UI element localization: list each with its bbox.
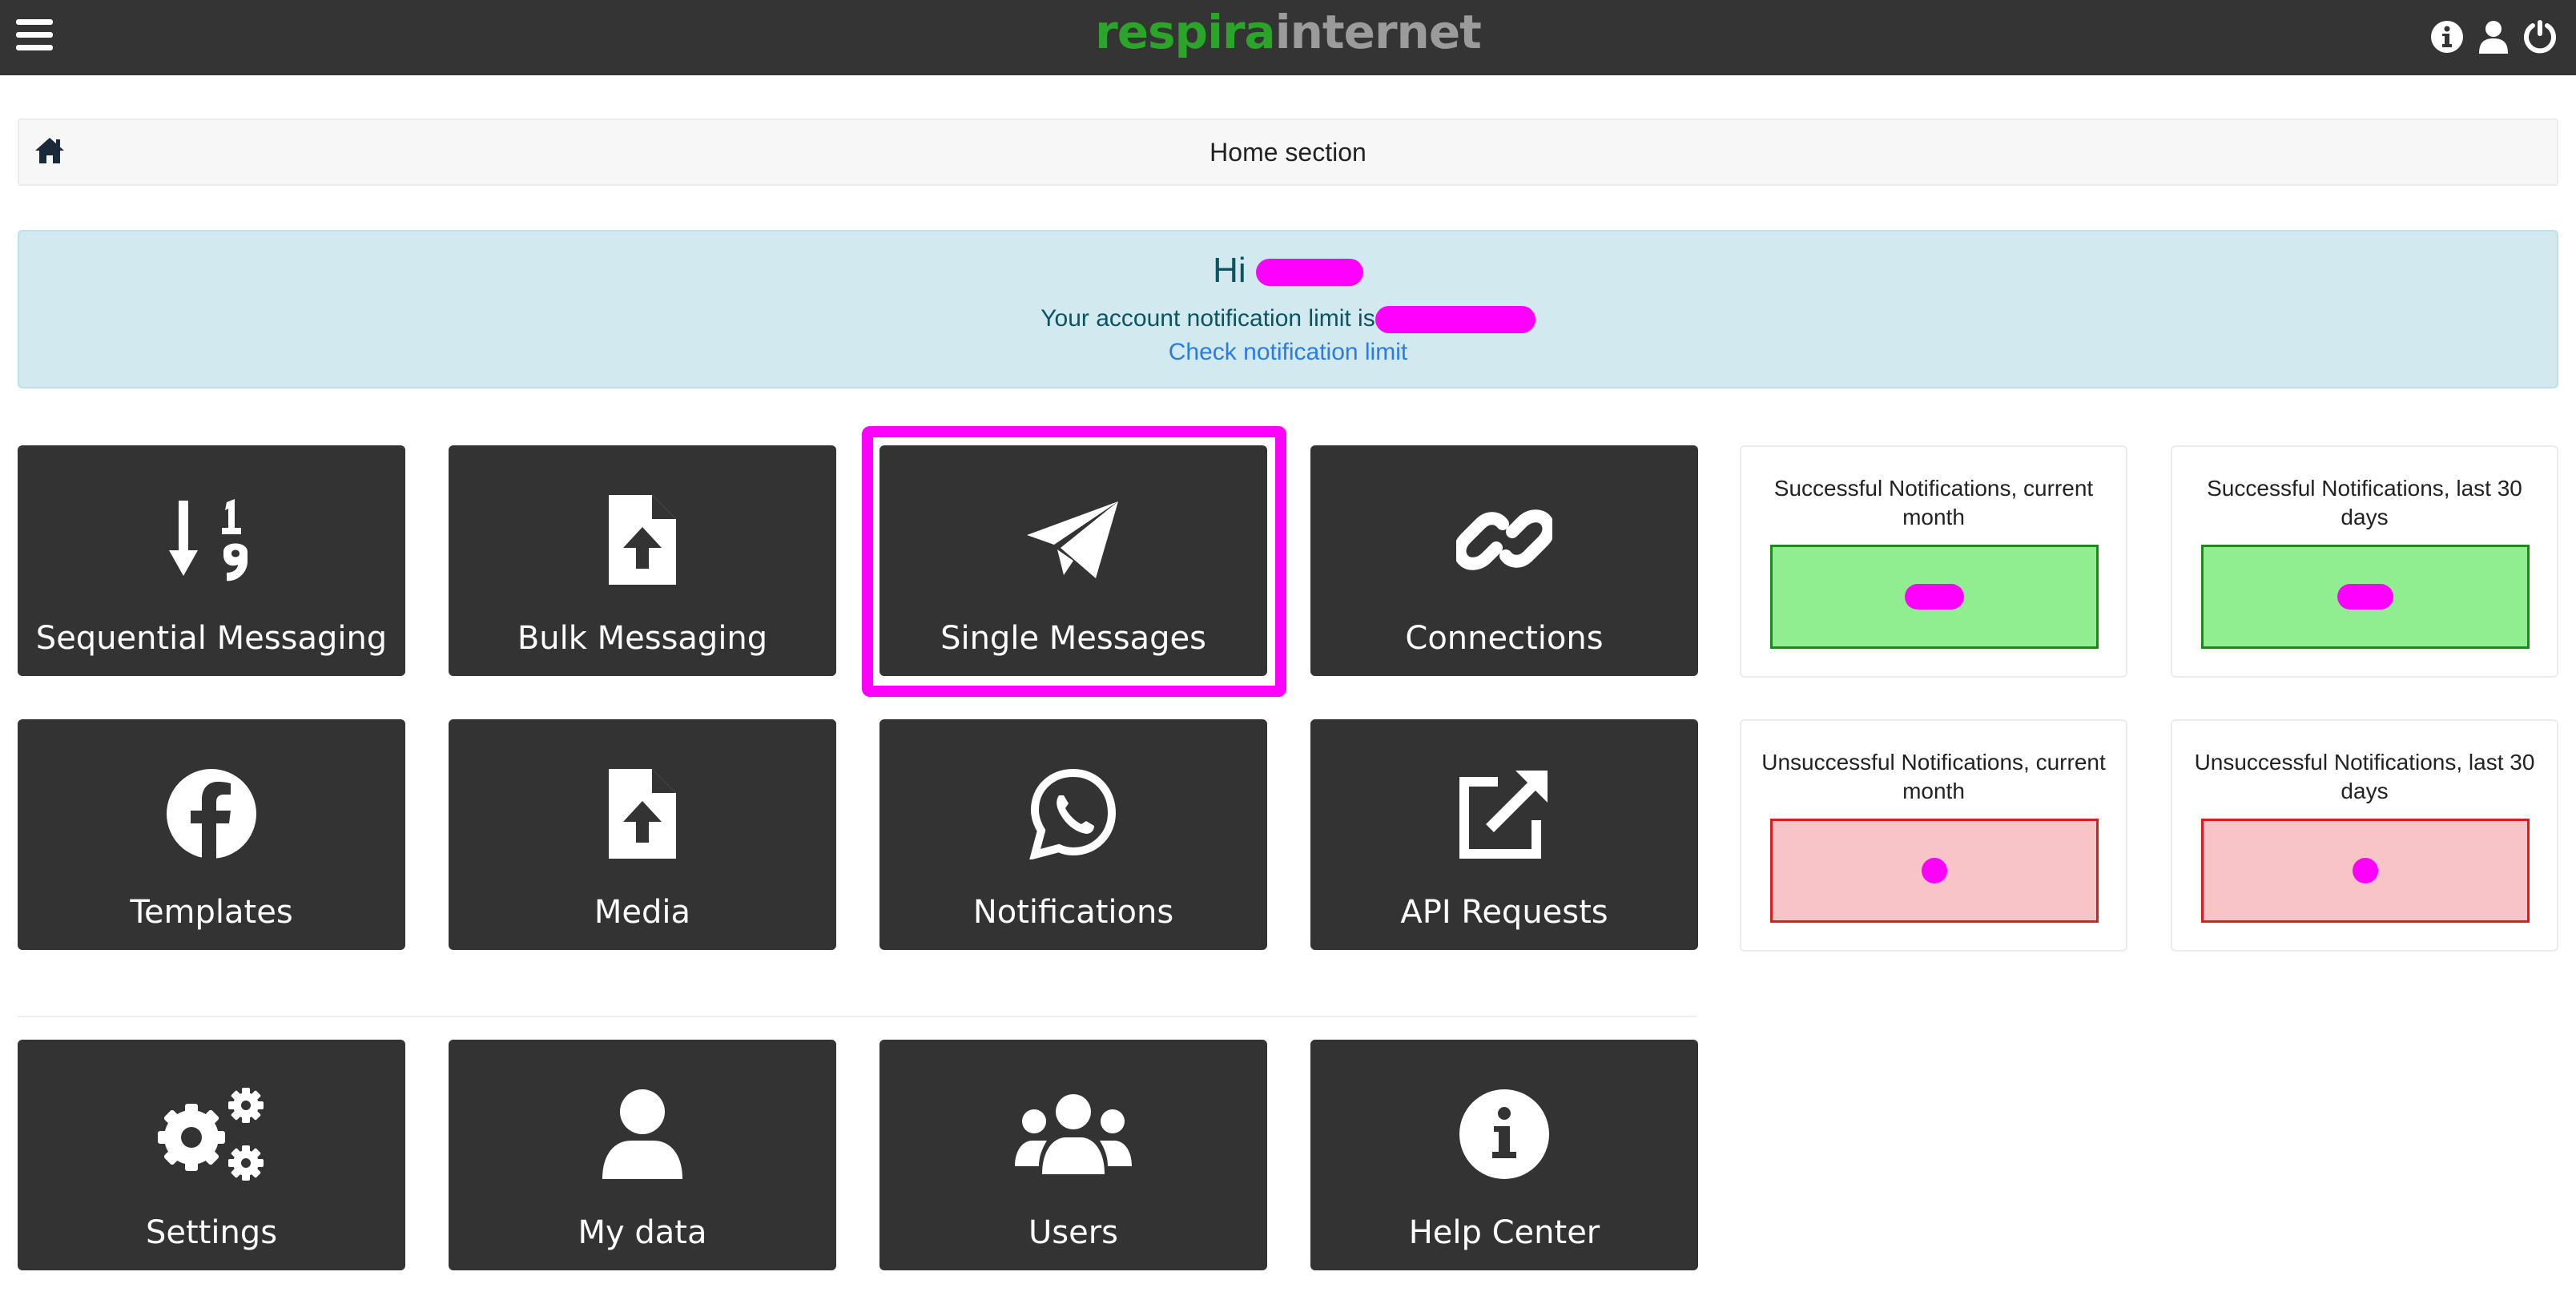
- redacted-value: [1905, 584, 1964, 610]
- tile-label: Sequential Messaging: [35, 620, 388, 657]
- link-icon: [1310, 490, 1698, 590]
- tile-label: Media: [594, 894, 691, 931]
- tile-connections[interactable]: Connections: [1310, 445, 1698, 676]
- info-circle-icon: [1310, 1085, 1698, 1184]
- limit-label: Your account notification limit is: [1040, 305, 1375, 332]
- tile-label: My data: [578, 1214, 707, 1251]
- info-icon[interactable]: [2429, 18, 2465, 55]
- sort-numeric-icon: [18, 490, 405, 590]
- redacted-value: [1922, 858, 1947, 883]
- selected-tile-highlight: [862, 426, 1286, 697]
- tile-media[interactable]: Media: [449, 719, 836, 950]
- redacted-limit-value: [1375, 306, 1536, 334]
- tile-label: Bulk Messaging: [517, 620, 768, 657]
- tile-bulk-messaging[interactable]: Bulk Messaging: [449, 445, 836, 676]
- tile-label: Settings: [145, 1214, 278, 1251]
- user-icon: [449, 1085, 836, 1184]
- top-navbar: respirainternet: [0, 0, 2576, 75]
- tile-label: Users: [1028, 1214, 1118, 1251]
- power-icon[interactable]: [2522, 18, 2558, 55]
- external-link-icon: [1310, 764, 1698, 863]
- navbar-actions: [2429, 16, 2558, 58]
- welcome-alert: Hi Your account notification limit is Ch…: [18, 230, 2558, 388]
- stat-card-title: Successful Notifications, current month: [1773, 476, 2094, 529]
- stat-card-unsuccessful-last-30-days: Unsuccessful Notifications, last 30 days: [2171, 719, 2558, 952]
- tile-label: Connections: [1405, 620, 1604, 657]
- check-notification-limit-link[interactable]: Check notification limit: [19, 339, 2557, 366]
- tile-api-requests[interactable]: API Requests: [1310, 719, 1698, 950]
- facebook-icon: [18, 764, 405, 863]
- tile-label: Notifications: [972, 894, 1174, 931]
- redacted-username: [1255, 259, 1363, 287]
- redacted-value: [2337, 584, 2393, 610]
- stat-card-successful-last-30-days: Successful Notifications, last 30 days: [2171, 445, 2558, 678]
- redacted-value: [2353, 858, 2378, 883]
- users-icon: [879, 1085, 1267, 1184]
- breadcrumb: Home section: [18, 119, 2558, 186]
- tile-label: API Requests: [1400, 894, 1608, 931]
- user-icon[interactable]: [2475, 18, 2512, 55]
- stat-card-title: Unsuccessful Notifications, last 30 days: [2194, 750, 2535, 803]
- brand-logo-part1: respira: [1095, 5, 1276, 59]
- tile-notifications[interactable]: Notifications: [879, 719, 1267, 950]
- tile-label: Templates: [130, 894, 293, 931]
- stat-value-box: [2201, 819, 2530, 923]
- greeting-text: Hi: [1213, 251, 1246, 290]
- stat-card-unsuccessful-current-month: Unsuccessful Notifications, current mont…: [1740, 719, 2127, 952]
- tile-templates[interactable]: Templates: [18, 719, 405, 950]
- stat-card-title: Successful Notifications, last 30 days: [2207, 476, 2522, 529]
- greeting: Hi: [19, 251, 2557, 291]
- tile-settings[interactable]: Settings: [18, 1040, 405, 1270]
- brand-logo[interactable]: respirainternet: [0, 5, 2576, 59]
- brand-logo-part2: internet: [1274, 5, 1482, 59]
- tile-help-center[interactable]: Help Center: [1310, 1040, 1698, 1270]
- tile-label: Help Center: [1408, 1214, 1600, 1251]
- notification-limit-text: Your account notification limit is: [19, 305, 2557, 334]
- whatsapp-icon: [879, 764, 1267, 863]
- gears-icon: [18, 1085, 405, 1184]
- tile-sequential-messaging[interactable]: Sequential Messaging: [18, 445, 405, 676]
- stat-card-title: Unsuccessful Notifications, current mont…: [1761, 750, 2106, 803]
- stat-card-successful-current-month: Successful Notifications, current month: [1740, 445, 2127, 678]
- file-upload-icon: [449, 764, 836, 863]
- page-title: Home section: [1210, 138, 1366, 167]
- stat-value-box: [1770, 819, 2099, 923]
- file-upload-icon: [449, 490, 836, 590]
- tile-my-data[interactable]: My data: [449, 1040, 836, 1270]
- section-divider: [18, 1016, 1697, 1017]
- stat-value-box: [1770, 545, 2099, 649]
- tile-users[interactable]: Users: [879, 1040, 1267, 1270]
- stat-value-box: [2201, 545, 2530, 649]
